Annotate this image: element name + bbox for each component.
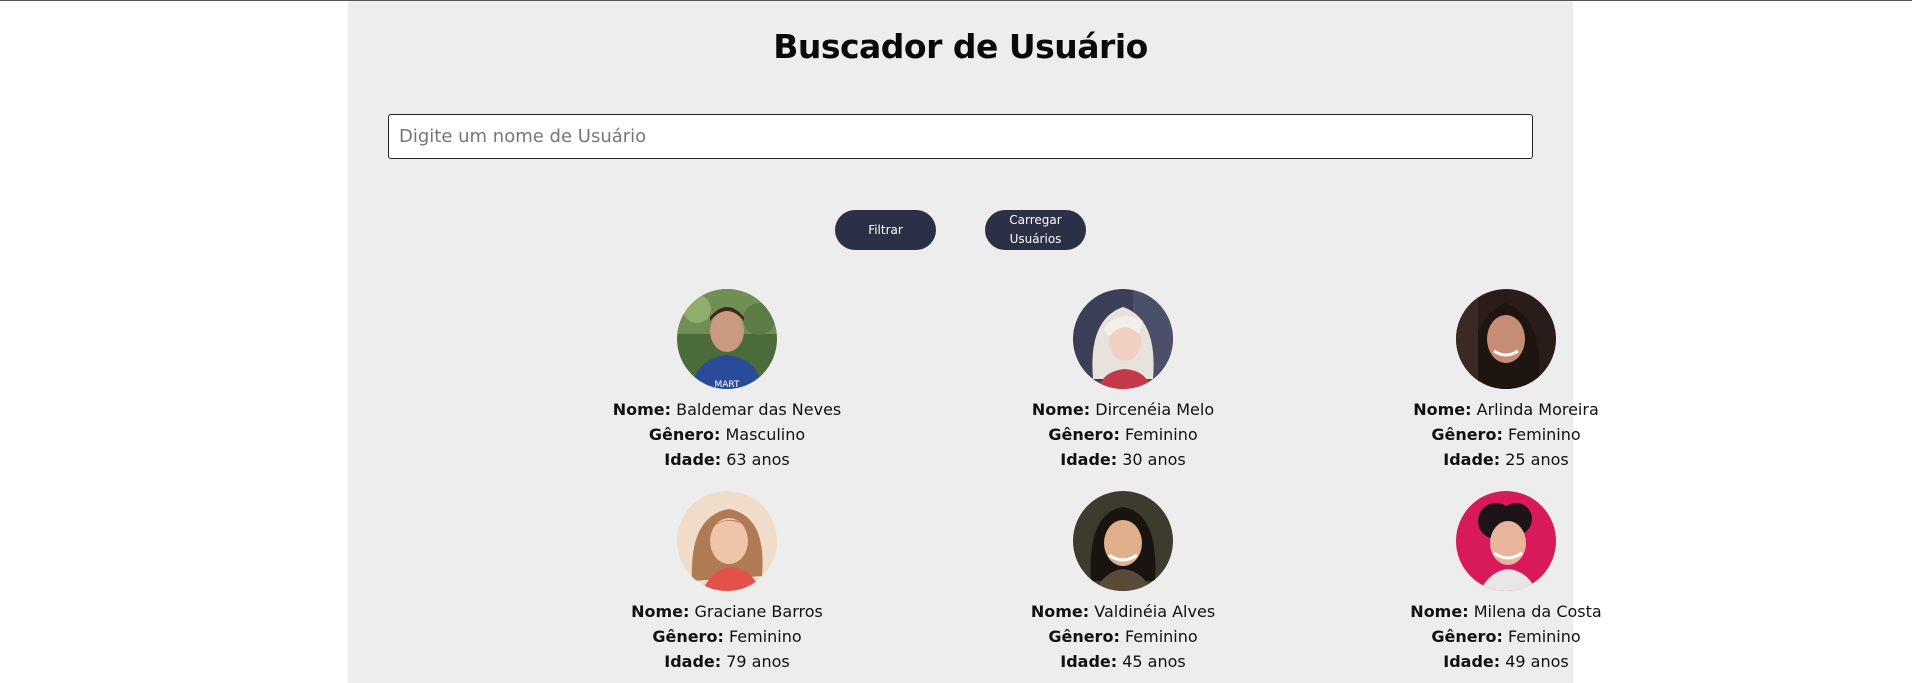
age-label: Idade:	[664, 450, 722, 469]
name-label: Nome:	[612, 400, 672, 419]
gender-label: Gênero:	[1048, 627, 1120, 646]
user-age: 30 anos	[1122, 450, 1186, 469]
user-age: 25 anos	[1505, 450, 1569, 469]
user-gender: Feminino	[1124, 627, 1198, 646]
avatar	[677, 491, 777, 591]
name-label: Nome:	[1031, 400, 1091, 419]
user-card: Nome: Valdinéia Alves Gênero: Feminino I…	[973, 491, 1273, 674]
user-age: 79 anos	[726, 652, 790, 671]
svg-text:MART: MART	[714, 380, 740, 389]
gender-label: Gênero:	[1431, 627, 1503, 646]
age-label: Idade:	[664, 652, 722, 671]
name-label: Nome:	[1410, 602, 1469, 621]
load-users-button[interactable]: Carregar Usuários	[985, 210, 1086, 250]
user-card: Nome: Arlinda Moreira Gênero: Feminino I…	[1356, 289, 1656, 472]
name-label: Nome:	[1030, 602, 1090, 621]
user-card: Nome: Milena da Costa Gênero: Feminino I…	[1356, 491, 1656, 674]
avatar	[1456, 491, 1556, 591]
user-gender: Feminino	[1507, 627, 1581, 646]
user-card: Nome: Graciane Barros Gênero: Feminino I…	[577, 491, 877, 674]
avatar	[1073, 491, 1173, 591]
user-gender: Feminino	[728, 627, 802, 646]
age-label: Idade:	[1443, 450, 1501, 469]
gender-label: Gênero:	[652, 627, 724, 646]
user-gender: Feminino	[1124, 425, 1198, 444]
user-name: Baldemar das Neves	[676, 400, 842, 419]
gender-label: Gênero:	[1048, 425, 1120, 444]
user-card: Nome: Dircenéia Melo Gênero: Feminino Id…	[973, 289, 1273, 472]
user-name: Valdinéia Alves	[1094, 602, 1216, 621]
user-name: Dircenéia Melo	[1095, 400, 1215, 419]
user-gender: Feminino	[1507, 425, 1581, 444]
search-input[interactable]	[388, 114, 1533, 159]
user-age: 63 anos	[726, 450, 790, 469]
user-name: Arlinda Moreira	[1476, 400, 1599, 419]
age-label: Idade:	[1060, 450, 1118, 469]
user-name: Graciane Barros	[694, 602, 823, 621]
page-title: Buscador de Usuário	[773, 27, 1148, 66]
user-gender: Masculino	[725, 425, 806, 444]
avatar	[1073, 289, 1173, 389]
name-label: Nome:	[1413, 400, 1472, 419]
user-card: MART Nome: Baldemar das Neves Gênero: Ma…	[577, 289, 877, 472]
user-name: Milena da Costa	[1473, 602, 1602, 621]
gender-label: Gênero:	[1431, 425, 1503, 444]
user-age: 45 anos	[1122, 652, 1186, 671]
avatar: MART	[677, 289, 777, 389]
name-label: Nome:	[631, 602, 690, 621]
age-label: Idade:	[1060, 652, 1118, 671]
avatar	[1456, 289, 1556, 389]
user-age: 49 anos	[1505, 652, 1569, 671]
gender-label: Gênero:	[648, 425, 721, 444]
age-label: Idade:	[1443, 652, 1501, 671]
filter-button[interactable]: Filtrar	[835, 210, 936, 250]
main-panel: Buscador de Usuário Filtrar Carregar Usu…	[348, 1, 1602, 683]
